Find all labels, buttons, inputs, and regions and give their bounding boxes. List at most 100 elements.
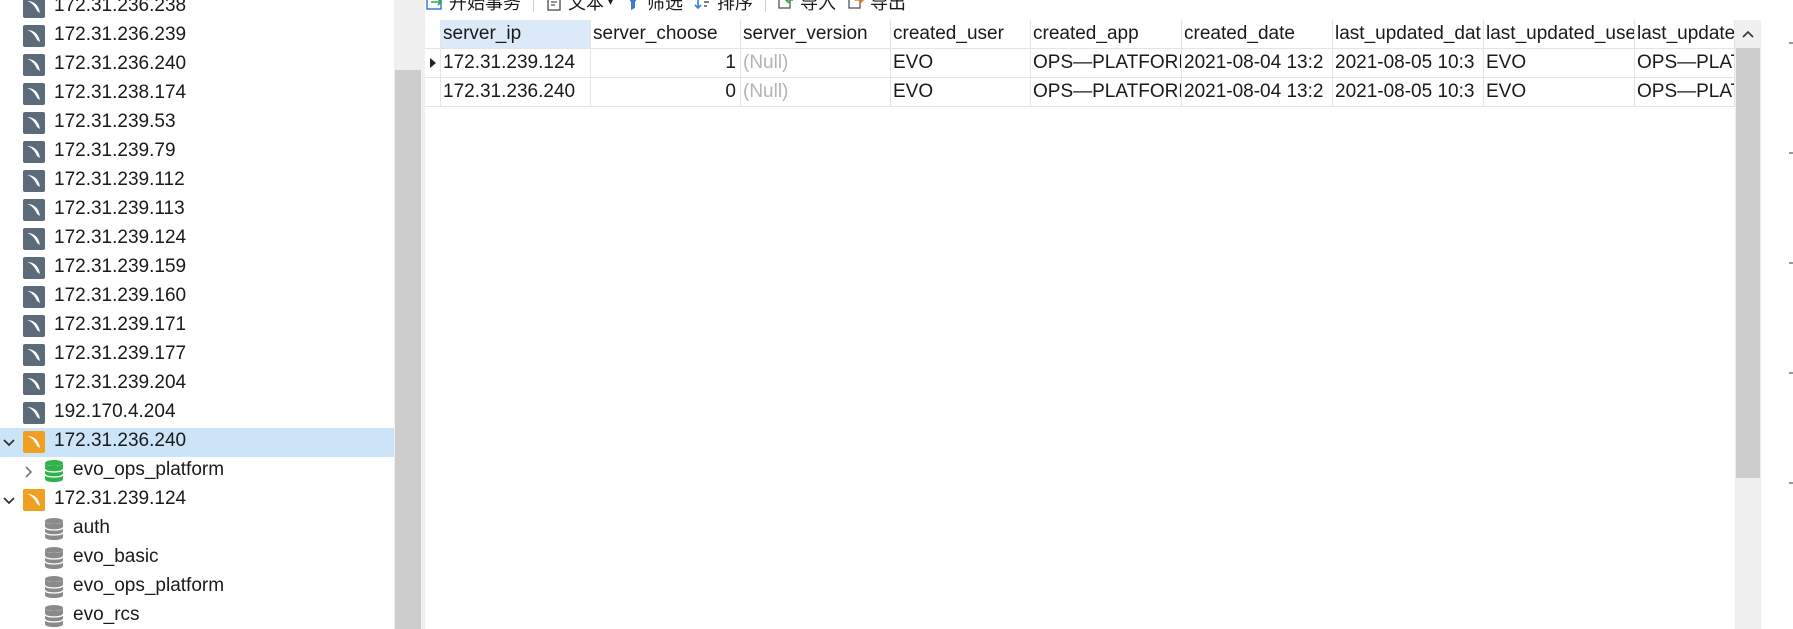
table-cell-server_choose[interactable]: 0 [591, 78, 741, 107]
row-gutter[interactable] [425, 49, 441, 78]
table-cell-last_updated_dat[interactable]: 2021-08-05 10:3 [1333, 78, 1484, 107]
filter-icon [629, 0, 637, 10]
column-header-created_date[interactable]: created_date [1182, 20, 1333, 49]
tree-connection-item[interactable]: 172.31.239.79 [0, 138, 394, 167]
tree-item-label: evo_rcs [73, 604, 140, 625]
tree-item-label: 172.31.239.159 [54, 256, 187, 277]
export-button[interactable]: 导出 [846, 0, 906, 15]
tree-connection-item[interactable]: 172.31.239.53 [0, 109, 394, 138]
tree-connection-item[interactable]: 172.31.236.240 [0, 51, 394, 80]
data-toolbar: 开始事务 文本 ▾ 筛选 排序 导入 导出 [425, 0, 916, 16]
import-button[interactable]: 导入 [776, 0, 836, 15]
tree-database-item[interactable]: evo_ops_platform [0, 457, 394, 486]
tree-item-label: 172.31.239.160 [54, 285, 187, 306]
tree-database-item[interactable]: auth [0, 515, 394, 544]
chevron-down-icon[interactable] [2, 436, 16, 450]
column-header-last_update[interactable]: last_update [1635, 20, 1735, 49]
toolbar-divider [533, 0, 534, 12]
tree-connection-item[interactable]: 172.31.239.171 [0, 312, 394, 341]
chevron-right-icon[interactable] [22, 465, 36, 479]
table-cell-server_version[interactable]: (Null) [741, 78, 891, 107]
table-cell-last_update[interactable]: OPS—PLAT [1635, 49, 1735, 78]
connection-tree[interactable]: 172.31.236.238 172.31.236.239 172.31.236.2… [0, 0, 394, 629]
scroll-up-arrow-icon[interactable] [1735, 24, 1761, 44]
table-cell-created_date[interactable]: 2021-08-04 13:2 [1182, 49, 1333, 78]
edge-marker [1789, 42, 1793, 44]
database-icon [44, 460, 64, 482]
text-label: 文本 [568, 0, 604, 13]
begin-transaction-button[interactable]: 开始事务 [425, 0, 521, 15]
column-header-last_updated_dat[interactable]: last_updated_dat [1333, 20, 1484, 49]
tree-connection-item-open[interactable]: 172.31.239.124 [0, 486, 394, 515]
import-label: 导入 [800, 0, 837, 13]
table-cell-created_app[interactable]: OPS—PLATFORM [1031, 78, 1182, 107]
tree-database-item[interactable]: evo_basic [0, 544, 394, 573]
tree-scrollbar-thumb[interactable] [395, 70, 421, 629]
mysql-connection-icon [23, 315, 45, 337]
table-row[interactable]: 172.31.236.240 0 (Null) EVO OPS—PLATFORM 2021… [425, 78, 1735, 107]
table-cell-created_app[interactable]: OPS—PLATFORM [1031, 49, 1182, 78]
edge-marker [1789, 152, 1793, 154]
tree-database-item[interactable]: evo_rcs [0, 602, 394, 629]
row-gutter[interactable] [425, 78, 441, 107]
chevron-down-icon: ▾ [608, 0, 614, 8]
table-cell-created_user[interactable]: EVO [891, 49, 1031, 78]
tree-connection-item[interactable]: 172.31.239.124 [0, 225, 394, 254]
table-cell-last_updated_use[interactable]: EVO [1484, 49, 1635, 78]
text-button[interactable]: 文本 ▾ [544, 0, 613, 15]
mysql-connection-icon [23, 170, 45, 192]
table-cell-last_updated_dat[interactable]: 2021-08-05 10:3 [1333, 49, 1484, 78]
column-header-created_user[interactable]: created_user [891, 20, 1031, 49]
tree-item-label: 172.31.239.113 [54, 198, 185, 219]
table-data-panel: 开始事务 文本 ▾ 筛选 排序 导入 导出 server_ip server_ch… [425, 0, 1793, 629]
database-icon [44, 518, 64, 540]
mysql-connection-icon [23, 286, 45, 308]
tree-connection-item-open[interactable]: 172.31.236.240 [0, 428, 394, 457]
row-gutter-header [425, 20, 441, 49]
column-header-server_version[interactable]: server_version [741, 20, 891, 49]
tree-connection-item[interactable]: 172.31.236.238 [0, 0, 394, 22]
mysql-connection-icon [23, 54, 45, 76]
grid-scrollbar-thumb[interactable] [1736, 48, 1760, 478]
mysql-connection-icon [23, 25, 45, 47]
grid-header-row: server_ip server_choose server_version crea… [425, 20, 1735, 49]
table-cell-server_choose[interactable]: 1 [591, 49, 741, 78]
tree-connection-item[interactable]: 172.31.239.113 [0, 196, 394, 225]
tree-database-item[interactable]: evo_ops_platform [0, 573, 394, 602]
tree-connection-item[interactable]: 172.31.239.177 [0, 341, 394, 370]
tree-connection-item[interactable]: 172.31.239.112 [0, 167, 394, 196]
table-cell-last_updated_use[interactable]: EVO [1484, 78, 1635, 107]
tree-connection-item[interactable]: 172.31.239.204 [0, 370, 394, 399]
begin-transaction-label: 开始事务 [449, 0, 521, 13]
column-header-server_ip[interactable]: server_ip [441, 20, 591, 49]
tree-item-label: auth [73, 517, 110, 538]
database-icon [44, 547, 64, 569]
mysql-connection-icon [23, 344, 45, 366]
toolbar-divider [765, 0, 767, 12]
chevron-down-icon[interactable] [2, 494, 16, 508]
table-cell-created_date[interactable]: 2021-08-04 13:2 [1182, 78, 1333, 107]
tree-connection-item[interactable]: 172.31.236.239 [0, 22, 394, 51]
mysql-connection-icon [23, 402, 45, 424]
table-row[interactable]: 172.31.239.124 1 (Null) EVO OPS—PLATFORM 2021… [425, 49, 1735, 78]
column-header-server_choose[interactable]: server_choose [591, 20, 741, 49]
column-header-last_updated_use[interactable]: last_updated_use [1484, 20, 1635, 49]
table-cell-server_ip[interactable]: 172.31.236.240 [441, 78, 591, 107]
tree-item-label: 172.31.239.124 [54, 227, 187, 248]
tree-item-label: evo_basic [73, 546, 159, 567]
filter-label: 筛选 [647, 0, 684, 13]
column-header-created_app[interactable]: created_app [1031, 20, 1182, 49]
database-icon [44, 576, 64, 598]
sort-button[interactable]: 排序 [693, 0, 753, 15]
tree-connection-item[interactable]: 172.31.239.160 [0, 283, 394, 312]
mysql-connection-icon [23, 141, 45, 163]
table-cell-created_user[interactable]: EVO [891, 78, 1031, 107]
tree-connection-item[interactable]: 172.31.239.159 [0, 254, 394, 283]
table-cell-server_ip[interactable]: 172.31.239.124 [441, 49, 591, 78]
tree-connection-item[interactable]: 172.31.238.174 [0, 80, 394, 109]
table-cell-last_update[interactable]: OPS—PLAT [1635, 78, 1735, 107]
tree-connection-item[interactable]: 192.170.4.204 [0, 399, 394, 428]
filter-button[interactable]: 筛选 [623, 0, 683, 15]
table-cell-server_version[interactable]: (Null) [741, 49, 891, 78]
sort-icon [694, 0, 710, 10]
